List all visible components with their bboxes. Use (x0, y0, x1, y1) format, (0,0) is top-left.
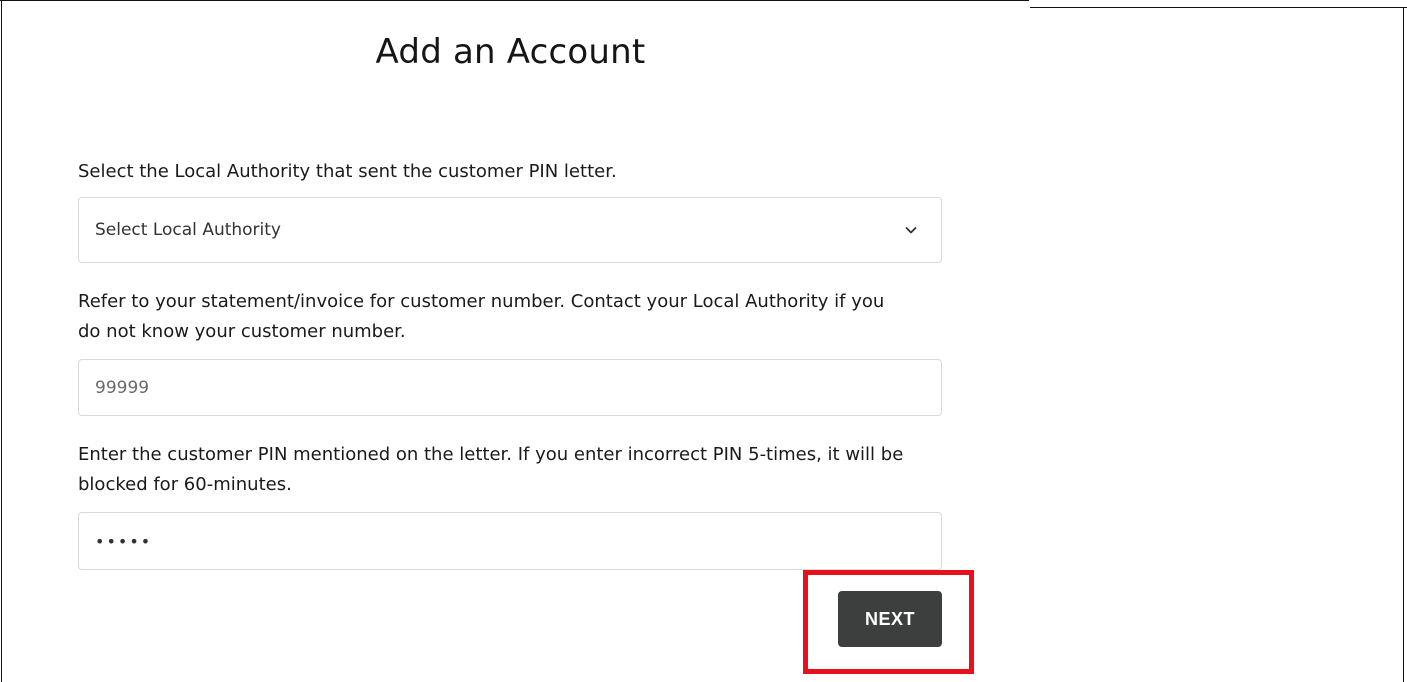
local-authority-label: Select the Local Authority that sent the… (78, 161, 617, 182)
pin-masked-value: ••••• (95, 531, 153, 551)
local-authority-selected-value: Select Local Authority (95, 220, 281, 240)
customer-number-input[interactable]: 99999 (78, 359, 942, 416)
local-authority-select[interactable]: Select Local Authority (78, 197, 942, 263)
highlight-annotation-box (803, 570, 974, 674)
add-account-page: Add an Account Select the Local Authorit… (0, 0, 1407, 682)
pin-input[interactable]: ••••• (78, 512, 942, 570)
frame-border-top (0, 0, 1029, 1)
chevron-down-icon (903, 222, 919, 238)
customer-number-placeholder: 99999 (95, 377, 150, 398)
frame-border-top-right (1030, 7, 1407, 8)
page-title: Add an Account (375, 32, 646, 72)
frame-border-left (1, 0, 2, 682)
frame-border-right (1403, 7, 1404, 682)
pin-label: Enter the customer PIN mentioned on the … (78, 444, 904, 495)
customer-number-label: Refer to your statement/invoice for cust… (78, 291, 885, 342)
